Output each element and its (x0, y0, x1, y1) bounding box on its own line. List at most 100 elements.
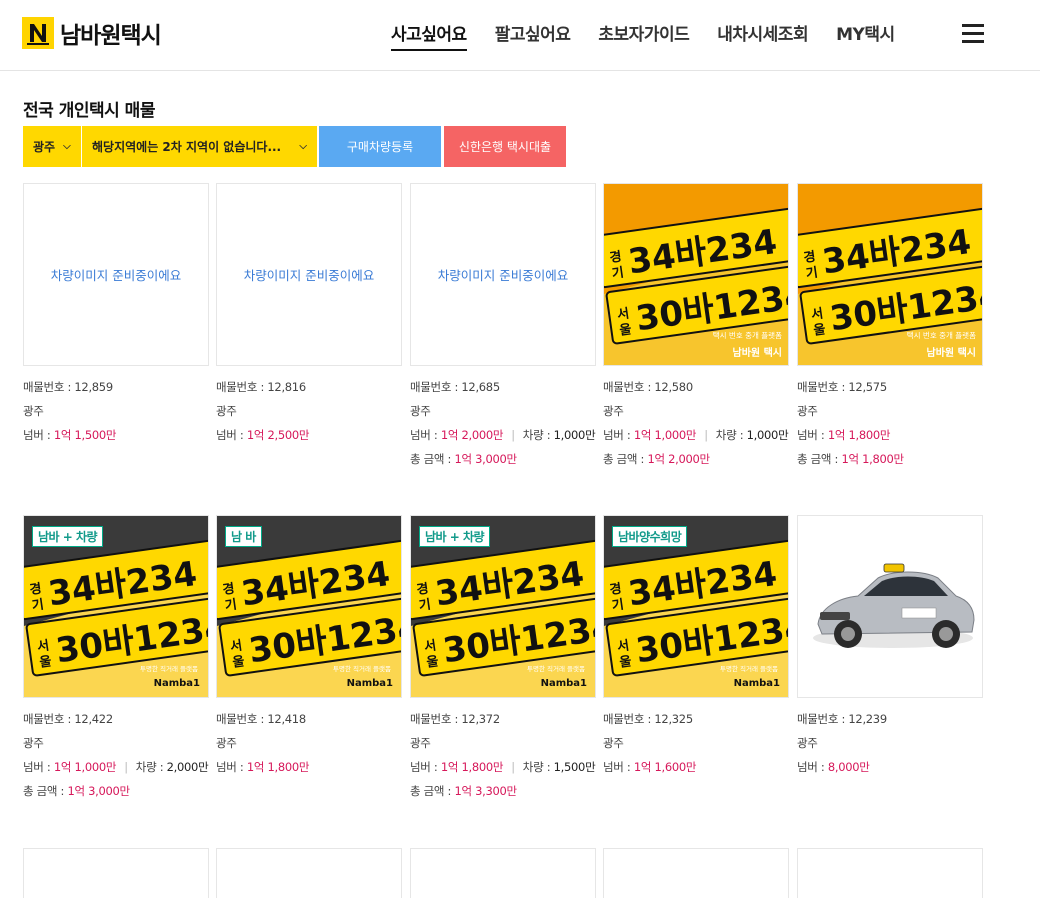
svg-text:기: 기 (611, 597, 625, 614)
nav-price-check[interactable]: 내차시세조회 (717, 20, 808, 51)
listing-thumbnail[interactable] (603, 848, 789, 898)
plate-price: 8,000만 (827, 760, 870, 774)
car-price: 1,000만 (553, 428, 596, 442)
listing-number: 매물번호 : 12,580 (603, 380, 693, 394)
svg-text:울: 울 (618, 653, 632, 671)
listing-card[interactable]: 경 기 34바234 서 울 30바1234 택시 번호 중개 플랫폼 남바원 택… (603, 183, 789, 483)
plate-price: 1억 1,800만 (246, 760, 310, 774)
chevron-down-icon: ⌵ (299, 141, 307, 152)
listing-region: 광주 (603, 404, 624, 418)
placeholder-text: 차량이미지 준비중이에요 (243, 268, 375, 283)
listing-thumbnail[interactable] (216, 848, 402, 898)
listing-number: 매물번호 : 12,239 (797, 712, 887, 726)
listing-card[interactable]: 차량이미지 준비중이에요 매물번호 : 12,816 광주 넘버 : 1억 2,500… (216, 183, 402, 483)
loan-button[interactable]: 신한은행 택시대출 (444, 126, 566, 167)
listing-region: 광주 (410, 404, 431, 418)
listing-thumbnail[interactable] (410, 848, 596, 898)
plate-price: 1억 1,600만 (633, 760, 697, 774)
listing-region: 광주 (216, 736, 237, 750)
listing-prices: 넘버 : 8,000만 (797, 760, 870, 774)
car-price: 1,500만 (553, 760, 596, 774)
listing-number: 매물번호 : 12,325 (603, 712, 693, 726)
listing-card[interactable]: 경 기 34바234 서 울 30바1234 택시 번호 중개 플랫폼 남바원 택… (797, 183, 983, 483)
thumbnail-brand: Namba1 (733, 678, 780, 689)
listing-card[interactable] (797, 848, 983, 898)
listing-prices: 넘버 : 1억 1,800만 (797, 428, 891, 442)
listing-card[interactable] (23, 848, 209, 898)
plate-price: 1억 2,000만 (440, 428, 504, 442)
listing-thumbnail[interactable]: 차량이미지 준비중이에요 (410, 183, 596, 366)
listing-thumbnail[interactable]: 경 기 34바234 서 울 30바1234 택시 번호 중개 플랫폼 남바원 택… (797, 183, 983, 366)
listing-number: 매물번호 : 12,575 (797, 380, 887, 394)
plate-price: 1억 2,500만 (246, 428, 310, 442)
listing-card[interactable] (410, 848, 596, 898)
listing-badge: 남바 + 차량 (419, 526, 491, 547)
svg-text:서: 서 (229, 638, 243, 655)
listing-total: 총 금액 : 1억 1,800만 (797, 452, 904, 466)
listing-card[interactable]: 차량이미지 준비중이에요 매물번호 : 12,859 광주 넘버 : 1억 1,500… (23, 183, 209, 483)
main-nav: 사고싶어요 팔고싶어요 초보자가이드 내차시세조회 MY택시 (391, 20, 923, 51)
nav-buy[interactable]: 사고싶어요 (391, 20, 467, 51)
listing-thumbnail[interactable] (23, 848, 209, 898)
listing-number: 매물번호 : 12,372 (410, 712, 500, 726)
listing-prices: 넘버 : 1억 1,000만 | 차량 : 2,000만 (23, 760, 209, 774)
listing-card[interactable]: 경 기 34바234 서 울 30바1234 남 바 투명한 직거래 플랫폼 Nam… (216, 515, 402, 815)
listing-thumbnail[interactable] (797, 515, 983, 698)
listing-number: 매물번호 : 12,422 (23, 712, 113, 726)
thumbnail-caption: 택시 번호 중개 플랫폼 (712, 331, 782, 340)
thumbnail-caption: 투명한 직거래 플랫폼 (140, 665, 198, 673)
listing-region: 광주 (797, 404, 818, 418)
chevron-down-icon: ⌵ (63, 141, 71, 152)
listing-thumbnail[interactable]: 경 기 34바234 서 울 30바1234 남바 + 차량 투명한 직거래 플랫… (410, 515, 596, 698)
listing-prices: 넘버 : 1억 1,600만 (603, 760, 697, 774)
listing-card[interactable]: 경 기 34바234 서 울 30바1234 남바 + 차량 투명한 직거래 플랫… (410, 515, 596, 815)
listing-thumbnail[interactable]: 차량이미지 준비중이에요 (216, 183, 402, 366)
listing-thumbnail[interactable]: 경 기 34바234 서 울 30바1234 남바양수희망 투명한 직거래 플랫폼… (603, 515, 789, 698)
svg-text:경: 경 (609, 581, 623, 599)
listing-thumbnail[interactable]: 차량이미지 준비중이에요 (23, 183, 209, 366)
svg-text:경: 경 (416, 581, 430, 599)
thumbnail-brand: Namba1 (540, 678, 587, 689)
nav-sell[interactable]: 팔고싶어요 (495, 20, 571, 51)
svg-text:기: 기 (805, 265, 819, 282)
logo-n-icon (22, 17, 54, 49)
listing-region: 광주 (410, 736, 431, 750)
svg-text:서: 서 (36, 638, 50, 655)
region-select[interactable]: 광주 ⌵ (23, 126, 81, 167)
svg-text:경: 경 (803, 249, 817, 267)
listing-number: 매물번호 : 12,685 (410, 380, 500, 394)
listing-card[interactable]: 매물번호 : 12,239 광주 넘버 : 8,000만 (797, 515, 983, 815)
placeholder-text: 차량이미지 준비중이에요 (50, 268, 182, 283)
listing-badge: 남바양수희망 (612, 526, 688, 547)
thumbnail-brand: 남바원 택시 (926, 348, 976, 359)
listing-badge: 남바 + 차량 (32, 526, 104, 547)
listing-card[interactable]: 차량이미지 준비중이에요매물번호 : 12,685 광주넘버 : 1억 2,000… (410, 183, 596, 483)
listing-thumbnail[interactable]: 경 기 34바234 서 울 30바1234 택시 번호 중개 플랫폼 남바원 택… (603, 183, 789, 366)
svg-text:서: 서 (423, 638, 437, 655)
menu-icon[interactable] (962, 24, 984, 43)
listing-thumbnail[interactable]: 경 기 34바234 서 울 30바1234 남 바 투명한 직거래 플랫폼 Nam… (216, 515, 402, 698)
listing-thumbnail[interactable] (797, 848, 983, 898)
subregion-select[interactable]: 해당지역에는 2차 지역이 없습니다... ⌵ (82, 126, 317, 167)
listing-prices: 넘버 : 1억 2,500만 (216, 428, 310, 442)
listing-card[interactable] (603, 848, 789, 898)
register-vehicle-button[interactable]: 구매차량등록 (319, 126, 441, 167)
listing-prices: 넘버 : 1억 2,000만 | 차량 : 1,000만 (410, 428, 596, 442)
plate-price: 1억 1,000만 (633, 428, 697, 442)
listing-card[interactable]: 경 기 34바234 서 울 30바1234 남바양수희망 투명한 직거래 플랫폼… (603, 515, 789, 815)
listing-number: 매물번호 : 12,418 (216, 712, 306, 726)
nav-guide[interactable]: 초보자가이드 (598, 20, 689, 51)
listing-card[interactable]: 경 기 34바234 서 울 30바1234 남바 + 차량 투명한 직거래 플랫… (23, 515, 209, 815)
svg-text:서: 서 (616, 638, 630, 655)
listing-card[interactable] (216, 848, 402, 898)
thumbnail-caption: 택시 번호 중개 플랫폼 (906, 331, 976, 340)
plate-price: 1억 1,800만 (440, 760, 504, 774)
region-select-value: 광주 (33, 140, 56, 154)
logo[interactable]: 남바원택시 (22, 16, 162, 50)
thumbnail-brand: Namba1 (153, 678, 200, 689)
listing-thumbnail[interactable]: 경 기 34바234 서 울 30바1234 남바 + 차량 투명한 직거래 플랫… (23, 515, 209, 698)
svg-text:경: 경 (29, 581, 43, 599)
nav-my-taxi[interactable]: MY택시 (836, 20, 895, 51)
listing-prices: 넘버 : 1억 1,000만 | 차량 : 1,000만 (603, 428, 789, 442)
svg-text:경: 경 (609, 249, 623, 267)
